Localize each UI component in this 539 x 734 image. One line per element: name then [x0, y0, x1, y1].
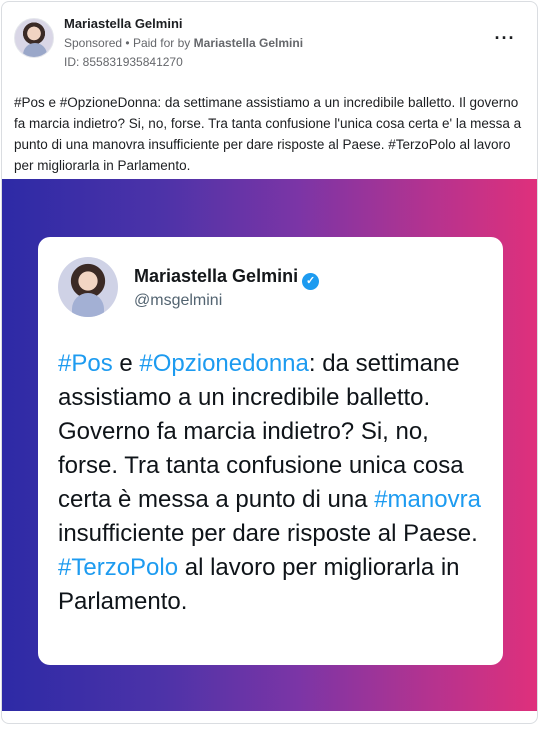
ad-card: Mariastella Gelmini Sponsored • Paid for…: [1, 1, 538, 724]
ad-id: ID: 855831935841270: [64, 55, 183, 69]
tweet-text-segment: insufficiente per dare risposte al Paese…: [58, 520, 478, 547]
ad-body-text: #Pos e #OpzioneDonna: da settimane assis…: [14, 95, 522, 173]
meta-separator: •: [125, 36, 130, 50]
paid-for-name: Mariastella Gelmini: [193, 36, 304, 50]
sponsored-line: Sponsored • Paid for by Mariastella Gelm…: [64, 36, 303, 50]
tweet-hashtag: #Opzionedonna: [139, 350, 309, 377]
advertiser-name[interactable]: Mariastella Gelmini: [64, 16, 183, 31]
tweet-card: Mariastella Gelmini ✓ @msgelmini #Pos e #…: [38, 237, 503, 665]
tweet-hashtag: #TerzoPolo: [58, 554, 179, 581]
advertiser-avatar[interactable]: [14, 18, 54, 58]
tweet-handle: @msgelmini: [134, 292, 223, 309]
ad-header: Mariastella Gelmini Sponsored • Paid for…: [14, 14, 525, 72]
tweet-avatar: [58, 257, 118, 317]
verified-badge-icon: ✓: [302, 273, 320, 290]
tweet-avatar-figure: [72, 293, 104, 317]
tweet-author-name: Mariastella Gelmini: [134, 266, 299, 286]
tweet-text-segment: e: [112, 350, 140, 377]
tweet-hashtag: #manovra: [374, 486, 481, 513]
tweet-text: #Pos e #Opzionedonna: da settimane assis…: [58, 347, 488, 619]
more-dots-icon[interactable]: ···: [493, 29, 517, 48]
tweet-hashtag: #Pos: [58, 350, 113, 377]
avatar-figure: [23, 43, 47, 57]
tweet-author: Mariastella Gelmini ✓: [134, 266, 320, 290]
paid-for-prefix: Paid for by: [132, 36, 191, 50]
sponsored-label: Sponsored: [64, 36, 123, 50]
ad-creative-image[interactable]: Mariastella Gelmini ✓ @msgelmini #Pos e #…: [2, 179, 537, 711]
